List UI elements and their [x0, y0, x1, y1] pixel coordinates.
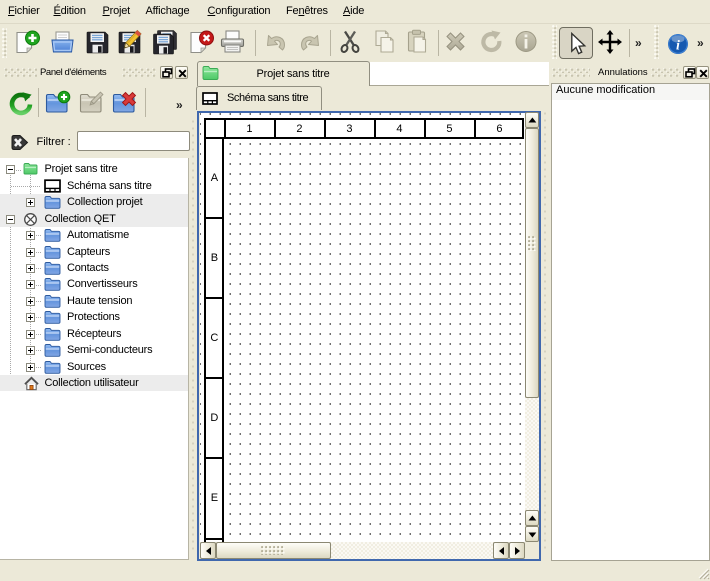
- svg-text:i: i: [676, 39, 680, 54]
